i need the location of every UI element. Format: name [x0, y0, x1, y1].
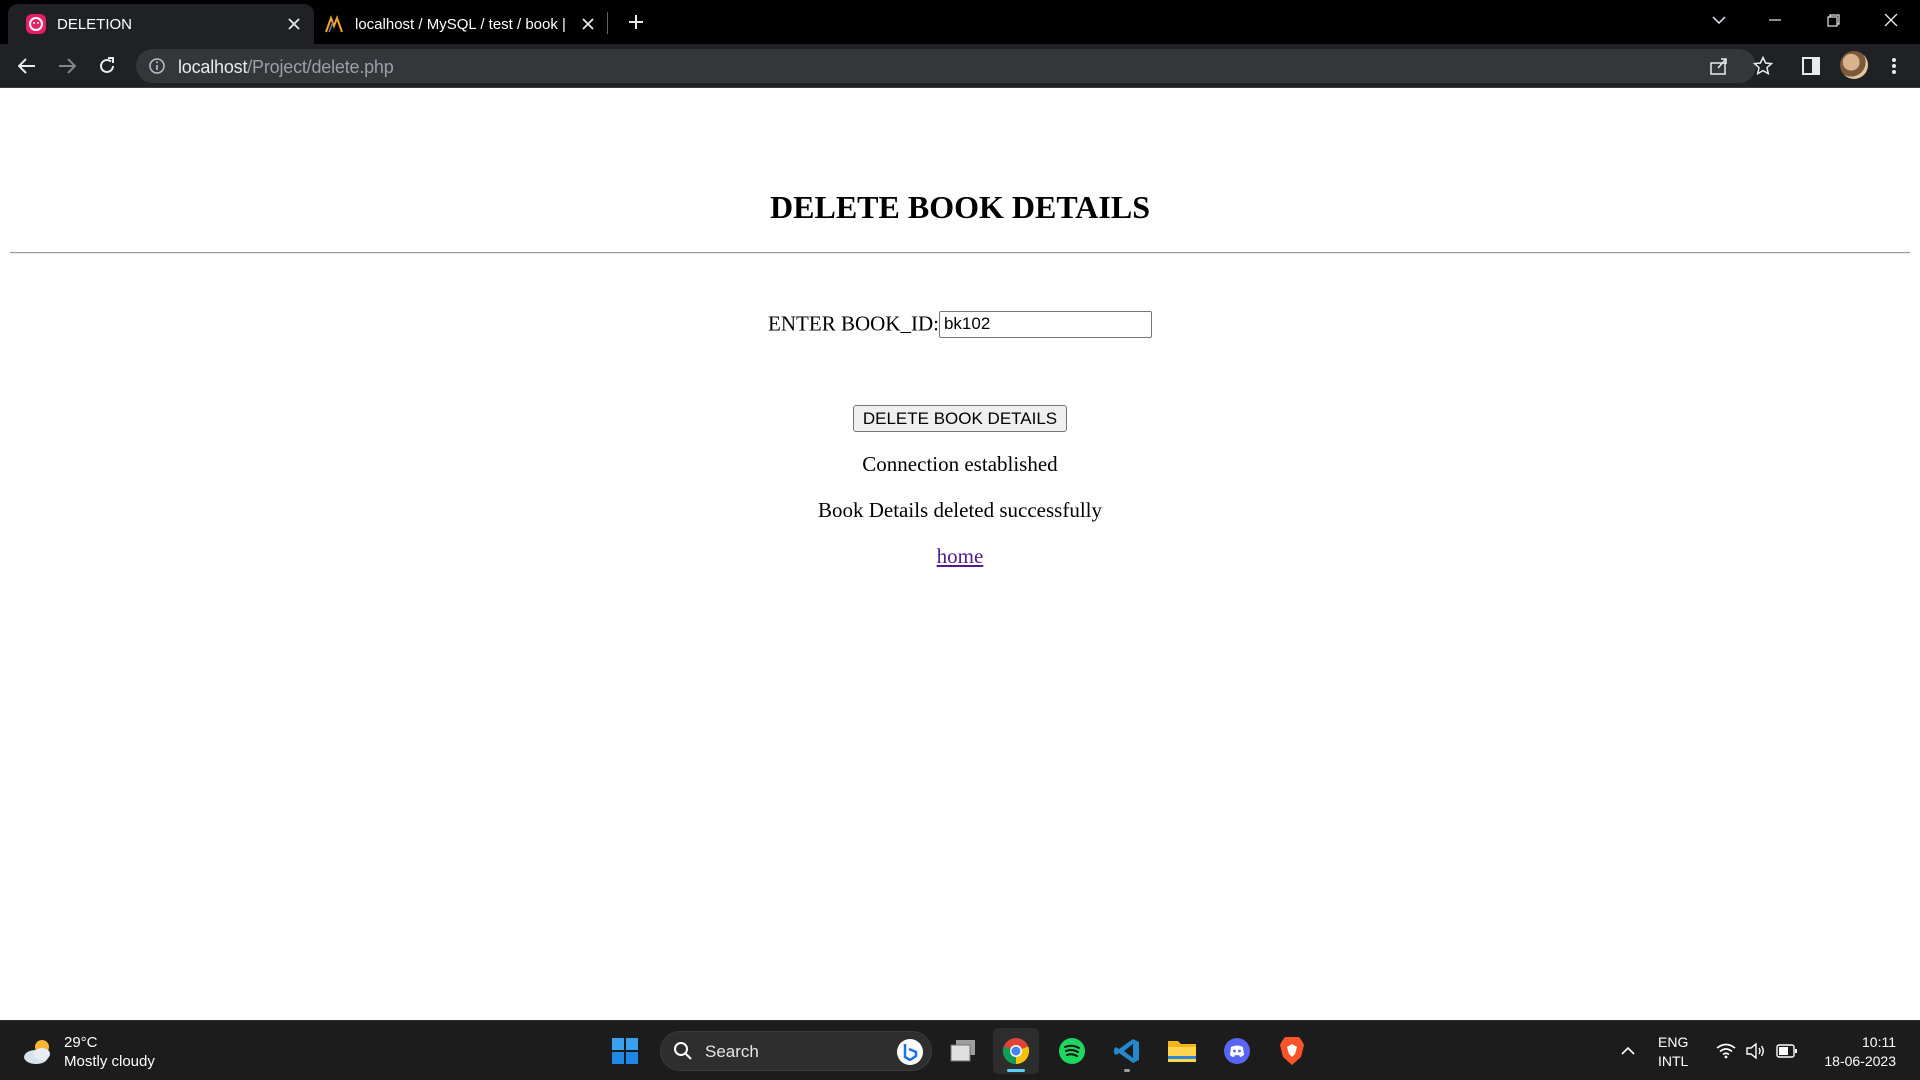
system-clock[interactable]: 10:11 18-06-2023	[1810, 1033, 1896, 1071]
partly-cloudy-icon	[24, 1040, 50, 1064]
search-icon	[673, 1041, 693, 1066]
battery-icon[interactable]	[1776, 1021, 1798, 1080]
task-view-icon[interactable]	[940, 1028, 986, 1074]
new-tab-icon[interactable]	[624, 10, 648, 34]
taskbar-search[interactable]: Search	[660, 1031, 932, 1071]
book-id-input[interactable]	[938, 310, 1152, 338]
clock-time: 10:11	[1862, 1034, 1896, 1050]
connection-status-text: Connection established	[862, 452, 1058, 476]
tab-title: DELETION	[57, 15, 133, 33]
bookmark-star-icon[interactable]	[1749, 52, 1777, 80]
tab-title: localhost / MySQL / test / book |	[355, 15, 566, 33]
app-favicon	[26, 14, 46, 34]
minimize-icon[interactable]	[1752, 0, 1798, 40]
tab-separator	[607, 12, 608, 34]
chrome-icon[interactable]	[993, 1028, 1039, 1074]
clock-date: 18-06-2023	[1824, 1053, 1896, 1069]
volume-icon[interactable]	[1746, 1021, 1766, 1080]
home-link[interactable]: home	[937, 544, 984, 568]
address-bar[interactable]: localhost/Project/delete.php	[136, 49, 1756, 83]
brave-icon[interactable]	[1269, 1028, 1315, 1074]
profile-avatar[interactable]	[1840, 51, 1868, 79]
back-icon[interactable]	[13, 52, 41, 80]
input-language-indicator[interactable]: ENG INTL	[1658, 1033, 1688, 1071]
show-hidden-icons-icon[interactable]	[1620, 1021, 1636, 1080]
bing-icon[interactable]	[897, 1039, 923, 1065]
weather-condition: Mostly cloudy	[64, 1053, 155, 1070]
file-explorer-icon[interactable]	[1159, 1028, 1205, 1074]
side-panel-icon[interactable]	[1797, 52, 1825, 80]
start-icon[interactable]	[602, 1028, 648, 1074]
page-content: DELETE BOOK DETAILS ENTER BOOK_ID: DELET…	[0, 89, 1920, 1019]
lang-primary: ENG	[1658, 1034, 1689, 1050]
page-title: DELETE BOOK DETAILS	[770, 189, 1150, 225]
tab-bar: DELETION localhost / MySQL / test / book…	[0, 0, 1920, 44]
close-tab-icon[interactable]	[284, 14, 304, 34]
forward-icon[interactable]	[53, 52, 81, 80]
weather-widget[interactable]: 29°C Mostly cloudy	[22, 1033, 155, 1071]
tab-phpmyadmin[interactable]: localhost / MySQL / test / book |	[318, 4, 608, 44]
tab-search-icon[interactable]	[1696, 0, 1742, 40]
delete-book-button[interactable]: DELETE BOOK DETAILS	[852, 405, 1068, 432]
close-tab-icon[interactable]	[578, 14, 598, 34]
restore-icon[interactable]	[1810, 0, 1856, 40]
book-id-label: ENTER BOOK_ID:	[768, 311, 939, 336]
search-placeholder: Search	[705, 1042, 759, 1061]
close-window-icon[interactable]	[1868, 0, 1914, 40]
share-icon[interactable]	[1709, 56, 1729, 81]
site-info-icon[interactable]	[148, 57, 166, 80]
reload-icon[interactable]	[93, 52, 121, 80]
book-id-form-row: ENTER BOOK_ID:	[0, 310, 1920, 338]
url-text: localhost/Project/delete.php	[178, 57, 394, 78]
delete-result-text: Book Details deleted successfully	[817, 498, 1102, 522]
vscode-icon[interactable]	[1104, 1028, 1150, 1074]
url-host: localhost	[178, 57, 248, 77]
browser-toolbar: localhost/Project/delete.php	[0, 44, 1920, 88]
windows-taskbar: 29°C Mostly cloudy Search ENG INTL 10:11…	[0, 1020, 1920, 1080]
weather-temp: 29°C	[64, 1034, 98, 1051]
home-link-row: home	[0, 544, 1920, 569]
menu-kebab-icon[interactable]	[1880, 52, 1908, 80]
tab-deletion[interactable]: DELETION	[8, 4, 314, 44]
url-path: /Project/delete.php	[247, 57, 394, 77]
submit-row: DELETE BOOK DETAILS	[0, 405, 1920, 432]
discord-icon[interactable]	[1214, 1028, 1260, 1074]
active-app-indicator	[1007, 1069, 1025, 1072]
phpmyadmin-favicon	[325, 15, 343, 33]
wifi-icon[interactable]	[1716, 1021, 1736, 1080]
horizontal-rule	[10, 252, 1910, 254]
running-app-indicator	[1124, 1069, 1130, 1072]
spotify-icon[interactable]	[1049, 1028, 1095, 1074]
lang-secondary: INTL	[1658, 1053, 1689, 1069]
